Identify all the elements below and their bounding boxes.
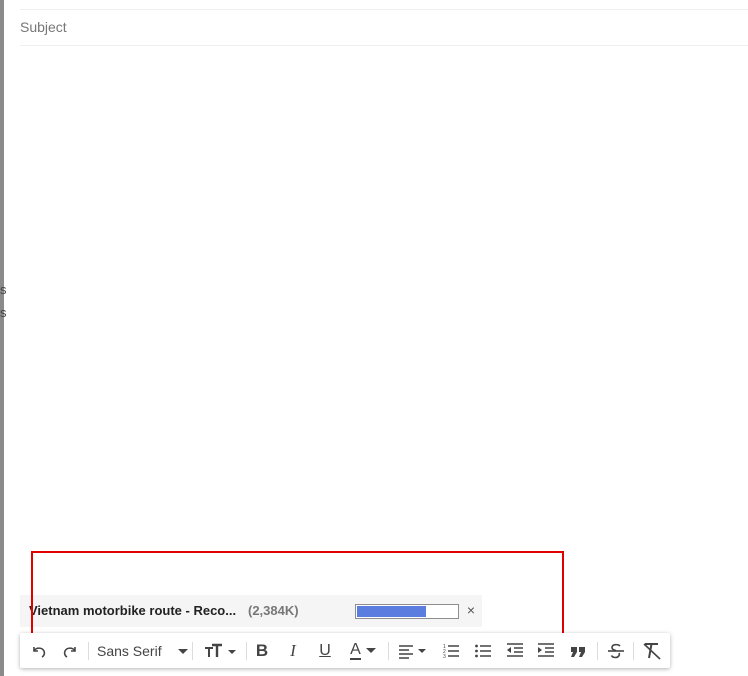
redo-icon[interactable] [59, 639, 81, 663]
numbered-list-icon[interactable]: 123 [440, 639, 462, 663]
attachment-name[interactable]: Vietnam motorbike route - Reco... [29, 603, 236, 618]
upload-progress-bar [355, 604, 459, 619]
remove-formatting-icon[interactable] [640, 639, 664, 663]
toolbar-separator [88, 642, 89, 660]
svg-text:3: 3 [443, 654, 446, 660]
attachment-chip[interactable]: Vietnam motorbike route - Reco... (2,384… [20, 595, 482, 627]
subject-row [20, 10, 748, 46]
underline-label: U [319, 642, 331, 659]
bold-icon[interactable]: B [252, 639, 272, 663]
strikethrough-icon[interactable] [605, 639, 627, 663]
upload-progress-fill [357, 606, 427, 617]
window-left-edge [0, 0, 4, 676]
underline-icon[interactable]: U [315, 639, 335, 663]
italic-icon[interactable]: I [283, 639, 303, 663]
subject-input[interactable] [20, 10, 720, 44]
italic-label: I [290, 641, 296, 660]
font-family-select[interactable]: Sans Serif [92, 639, 188, 663]
indent-more-icon[interactable] [535, 639, 557, 663]
chevron-down-icon [365, 648, 376, 653]
toolbar-separator [597, 642, 598, 660]
align-icon[interactable] [396, 639, 430, 663]
attachment-size: (2,384K) [248, 603, 299, 618]
toolbar-separator [633, 642, 634, 660]
font-family-label: Sans Serif [97, 643, 162, 659]
quote-icon[interactable] [567, 639, 589, 663]
text-color-icon[interactable]: A [345, 639, 381, 663]
indent-less-icon[interactable] [504, 639, 526, 663]
left-edge-text-2: s [0, 305, 7, 320]
formatting-toolbar: Sans Serif B I U A 123 [20, 633, 670, 668]
toolbar-separator [246, 642, 247, 660]
message-body[interactable] [20, 47, 748, 587]
remove-attachment-icon[interactable]: × [464, 602, 478, 618]
chevron-down-icon [178, 649, 188, 654]
undo-icon[interactable] [28, 639, 50, 663]
font-size-icon[interactable] [200, 639, 240, 663]
bold-label: B [255, 641, 269, 660]
text-color-label: A [350, 641, 361, 660]
toolbar-separator [388, 642, 389, 660]
toolbar-separator [192, 642, 193, 660]
bulleted-list-icon[interactable] [472, 639, 494, 663]
left-edge-text-1: s [0, 282, 7, 297]
